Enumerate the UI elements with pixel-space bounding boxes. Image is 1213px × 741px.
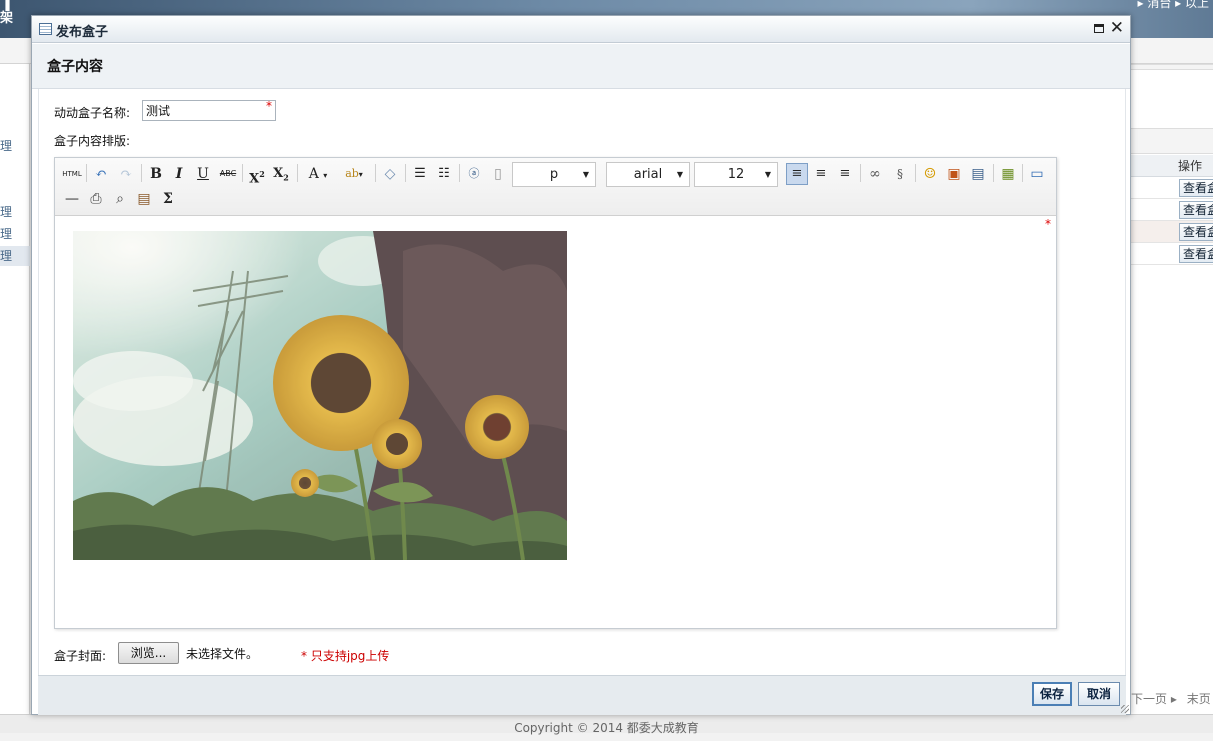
editor-content-area[interactable]: * <box>55 217 1056 628</box>
dialog-title: 发布盒子 <box>56 25 109 40</box>
cancel-button[interactable]: 取消 <box>1078 682 1120 706</box>
file-status-text: 未选择文件。 <box>186 647 259 661</box>
horizontal-rule-icon[interactable]: — <box>62 189 82 209</box>
sidebar-item[interactable]: 理 <box>0 202 30 222</box>
box-name-input[interactable] <box>142 100 276 121</box>
blank-page-icon[interactable]: ▯ <box>488 164 508 184</box>
video-icon[interactable]: ▤ <box>968 164 988 184</box>
table-icon <box>39 23 52 35</box>
chevron-right-icon: ▸ <box>1170 692 1177 706</box>
close-icon[interactable]: ✕ <box>1110 19 1124 37</box>
unordered-list-icon[interactable]: ☷ <box>434 164 454 184</box>
cover-label: 盒子封面: <box>54 649 107 663</box>
preview-icon[interactable]: ▭ <box>1027 164 1047 184</box>
last-page-link[interactable]: 末页 <box>1187 692 1211 706</box>
align-center-icon[interactable]: ≡ <box>811 164 831 184</box>
data-table: 操作 查看盒 查看盒 查看盒 查看盒 <box>1131 155 1213 265</box>
paste-text-icon[interactable]: ⓐ <box>464 164 484 184</box>
section-title: 盒子内容 <box>47 59 103 75</box>
required-mark: * <box>1045 217 1051 231</box>
bold-icon[interactable]: B <box>146 164 166 184</box>
table-row: 查看盒 <box>1131 243 1213 265</box>
view-button[interactable]: 查看盒 <box>1179 179 1213 197</box>
search-icon[interactable]: ⌕ <box>110 189 130 209</box>
align-left-icon[interactable]: ≡ <box>786 163 808 185</box>
sunflower-image <box>73 231 567 560</box>
insert-image-icon[interactable]: ▦ <box>998 164 1018 184</box>
superscript-icon[interactable]: X2 <box>247 164 267 186</box>
font-color-icon[interactable]: A ▾ <box>304 164 332 184</box>
page-footer: Copyright © 2014 都委大成教育 <box>0 714 1213 735</box>
section-header: 盒子内容 <box>32 44 1130 89</box>
sidebar-item[interactable]: 理 <box>0 136 30 156</box>
align-right-icon[interactable]: ≡ <box>835 164 855 184</box>
redo-icon[interactable]: ↷ <box>116 164 136 184</box>
table-row: 查看盒 <box>1131 221 1213 243</box>
editor-toolbar: HTML ↶ ↷ B I U ABC X2 X2 A ▾ ab▾ ◇ ☰ ☷ ⓐ… <box>55 158 1056 216</box>
table-row: 查看盒 <box>1131 199 1213 221</box>
emoticon-icon[interactable]: ☺ <box>920 164 940 184</box>
unlink-icon[interactable]: § <box>890 164 910 184</box>
save-button[interactable]: 保存 <box>1032 682 1072 706</box>
sunflower-photo <box>73 231 567 560</box>
maximize-icon[interactable] <box>1094 24 1104 33</box>
italic-icon[interactable]: I <box>169 164 189 184</box>
link-icon[interactable]: ∞ <box>865 164 885 184</box>
chevron-down-icon: ▼ <box>582 170 589 179</box>
underline-icon[interactable]: U <box>193 164 213 184</box>
sidebar-item[interactable]: 理 <box>0 224 30 244</box>
paste-icon[interactable]: ▤ <box>134 189 154 209</box>
paragraph-format-select[interactable]: p ▼ <box>512 162 596 187</box>
subscript-icon[interactable]: X2 <box>271 164 291 184</box>
rich-text-editor: HTML ↶ ↷ B I U ABC X2 X2 A ▾ ab▾ ◇ ☰ ☷ ⓐ… <box>54 157 1057 629</box>
dialog-body: 动动盒子名称: * 盒子内容排版: HTML ↶ ↷ B I U ABC X2 … <box>38 89 1126 675</box>
font-family-select[interactable]: arial ▼ <box>606 162 690 187</box>
view-button[interactable]: 查看盒 <box>1179 245 1213 263</box>
html-icon[interactable]: HTML <box>62 164 82 184</box>
cover-hint: * 只支持jpg上传 <box>301 649 390 663</box>
dialog-title-bar[interactable]: 发布盒子 ✕ <box>32 16 1130 43</box>
dialog-footer: 保存 取消 <box>38 675 1126 715</box>
pagination: 下一页 ▸ 末页 <box>1131 690 1211 707</box>
print-icon[interactable]: ⎙ <box>86 189 106 209</box>
required-mark: * <box>266 99 272 113</box>
next-page-link[interactable]: 下一页 <box>1131 692 1167 706</box>
view-button[interactable]: 查看盒 <box>1179 201 1213 219</box>
sidebar: 理 理 理 理 <box>0 64 30 714</box>
chevron-down-icon: ▼ <box>764 170 771 179</box>
layout-label: 盒子内容排版: <box>54 134 131 148</box>
table-header-actions: 操作 <box>1131 155 1213 177</box>
top-links[interactable]: ▸ 消台 ▸ 以上 <box>1138 0 1210 11</box>
resize-handle[interactable] <box>1121 705 1129 713</box>
undo-icon[interactable]: ↶ <box>91 164 111 184</box>
eraser-icon[interactable]: ◇ <box>380 164 400 184</box>
box-name-label: 动动盒子名称: <box>54 106 131 120</box>
table-row: 查看盒 <box>1131 177 1213 199</box>
chevron-down-icon: ▼ <box>676 170 683 179</box>
app-logo: T 架 <box>0 0 16 26</box>
publish-box-dialog: 发布盒子 ✕ 盒子内容 动动盒子名称: * 盒子内容排版: HTML ↶ ↷ B… <box>31 15 1131 715</box>
browse-button[interactable]: 浏览... <box>118 642 179 664</box>
font-size-select[interactable]: 12 ▼ <box>694 162 778 187</box>
highlight-icon[interactable]: ab▾ <box>339 164 369 184</box>
sidebar-item[interactable]: 理 <box>0 246 30 266</box>
ordered-list-icon[interactable]: ☰ <box>410 164 430 184</box>
formula-icon[interactable]: Σ <box>158 189 178 209</box>
image-icon[interactable]: ▣ <box>944 164 964 184</box>
view-button[interactable]: 查看盒 <box>1179 223 1213 241</box>
strikethrough-icon[interactable]: ABC <box>218 164 238 184</box>
